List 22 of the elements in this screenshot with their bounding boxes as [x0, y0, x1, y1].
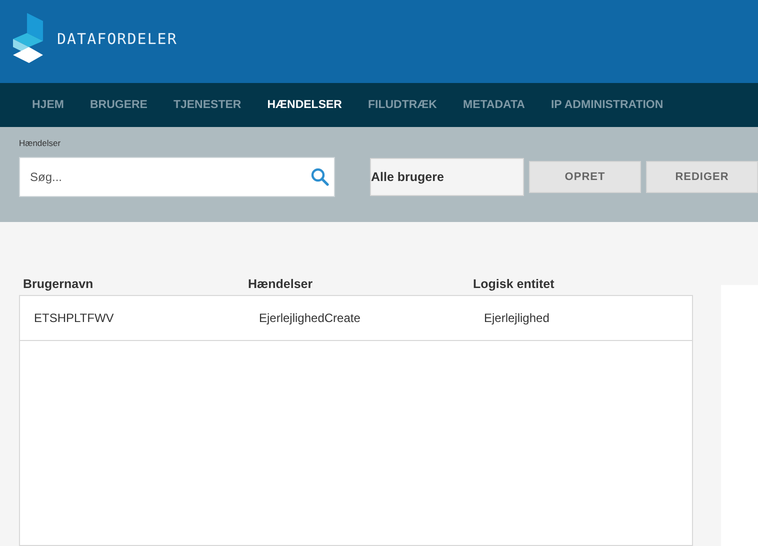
table-cell-text: Ejerlejlighed — [484, 311, 550, 325]
nav-item[interactable]: FILUDTRÆK — [368, 99, 437, 111]
column-header: Logisk entitet — [473, 277, 556, 291]
nav-item[interactable]: BRUGERE — [90, 99, 148, 111]
nav-item[interactable]: HJEM — [32, 99, 64, 111]
search-icon — [311, 168, 329, 186]
column-header: Hændelser — [248, 277, 314, 291]
table-cell-text: EjerlejlighedCreate — [259, 311, 362, 325]
nav-item[interactable]: TJENESTER — [173, 99, 242, 111]
breadcrumb: Hændelser — [19, 138, 62, 148]
user-filter-dropdown[interactable]: Alle brugere — [370, 158, 524, 196]
create-button[interactable]: OPRET — [529, 161, 641, 193]
nav-item[interactable]: HÆNDELSER — [267, 99, 342, 111]
search-field[interactable]: Søg... — [19, 157, 335, 197]
nav-item[interactable]: METADATA — [462, 99, 525, 111]
column-header: Brugernavn — [23, 277, 94, 291]
table-row[interactable]: ETSHPLTFWV EjerlejlighedCreate Ejerlejlighed — [20, 296, 692, 341]
logo-text: DATAFORDELER — [57, 30, 178, 48]
logo-icon — [13, 12, 45, 64]
edit-button[interactable]: REDIGER — [646, 161, 758, 193]
nav-item[interactable]: IP ADMINISTRATION — [550, 99, 664, 111]
table-cell-text: ETSHPLTFWV — [34, 311, 115, 325]
